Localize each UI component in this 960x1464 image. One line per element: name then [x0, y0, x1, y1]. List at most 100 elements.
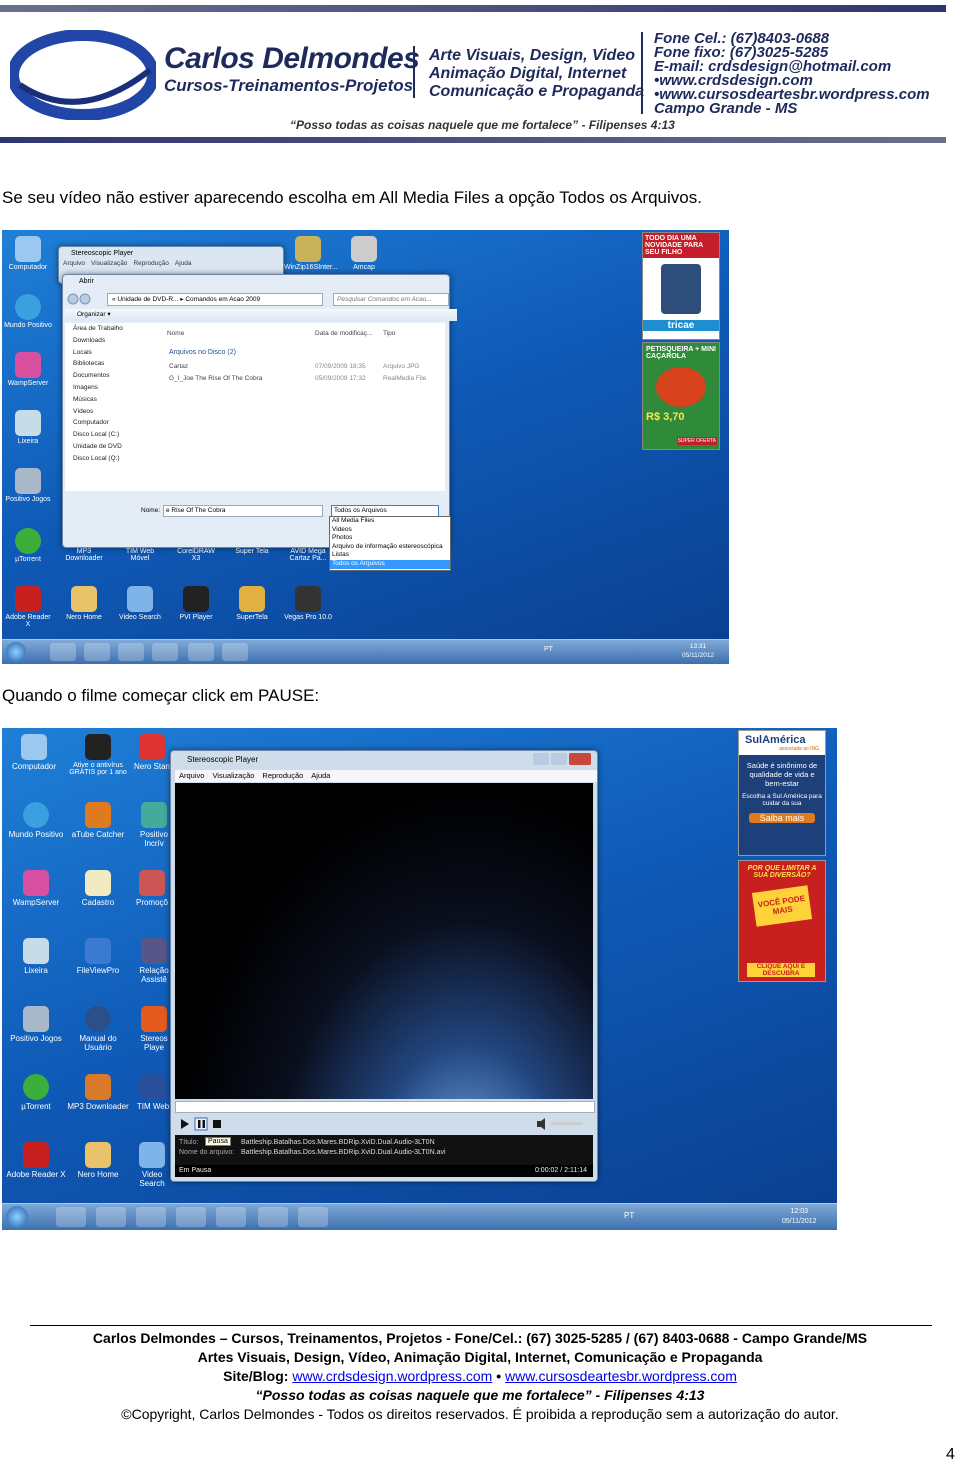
pause-button-frame[interactable]: [194, 1117, 208, 1131]
pause-icon[interactable]: [198, 1120, 201, 1128]
filetype-option[interactable]: All Media Files: [330, 517, 450, 526]
ad-tricae[interactable]: TODO DIA UMA NOVIDADE PARA SEU FILHO tri…: [642, 232, 720, 340]
desktop-icon-atube-catcher[interactable]: aTube Catcher: [68, 802, 128, 839]
play-icon[interactable]: [181, 1119, 189, 1129]
filetype-option[interactable]: Photos: [330, 534, 450, 543]
nav-item[interactable]: Disco Local (C:): [73, 429, 157, 441]
nav-item[interactable]: Área de Trabalho: [73, 323, 157, 335]
nav-item[interactable]: Computador: [73, 417, 157, 429]
desktop-icon-computer[interactable]: Computador: [4, 236, 52, 271]
filename-input[interactable]: e Rise Of The Cobra: [163, 505, 323, 517]
desktop-icon-cadastro[interactable]: Cadastro: [68, 870, 128, 907]
nav-item[interactable]: Bibliotecas: [73, 358, 157, 370]
nav-item[interactable]: Documentos: [73, 370, 157, 382]
taskbar-word-icon[interactable]: [188, 643, 214, 661]
start-button[interactable]: [6, 1206, 28, 1228]
desktop-icon-stereo-player[interactable]: Stereos Playe: [136, 1006, 172, 1052]
desktop-icon-antivirus[interactable]: Ative o antivírus GRÁTIS por 1 ano: [66, 734, 130, 776]
desktop-icon-avid-mega[interactable]: AVID Mega Cartaz Pa...: [284, 548, 332, 562]
desktop-icon-mundo-positivo[interactable]: Mundo Positivo: [6, 802, 66, 839]
desktop-icon-mp3-downloader[interactable]: MP3 Downloader: [60, 548, 108, 562]
nav-item[interactable]: Disco Local (Q:): [73, 453, 157, 465]
desktop-icon-computer[interactable]: Computador: [6, 734, 62, 771]
ad-diversao[interactable]: POR QUE LIMITAR A SUA DIVERSÃO? VOCÊ POD…: [738, 860, 826, 982]
desktop-icon-recycle-bin[interactable]: Lixeira: [4, 410, 52, 445]
menu-arquivo[interactable]: Arquivo: [179, 770, 204, 782]
taskbar-player-icon[interactable]: [216, 1207, 246, 1227]
filetype-option[interactable]: Videos: [330, 526, 450, 535]
desktop-icon-positivo-jogos[interactable]: Positivo Jogos: [6, 1006, 66, 1043]
site-link-crdsdesign[interactable]: www.crdsdesign.wordpress.com: [292, 1368, 492, 1384]
clock[interactable]: 12:03 05/11/2012: [782, 1207, 817, 1227]
desktop-icon-tim-web[interactable]: TIM Web: [134, 1074, 172, 1111]
taskbar-word-icon[interactable]: [258, 1207, 288, 1227]
filetype-dropdown[interactable]: All Media Files Videos Photos Arquivo de…: [329, 516, 451, 571]
taskbar-ie-icon[interactable]: [50, 643, 76, 661]
open-dialog[interactable]: Abrir « Unidade de DVD-R... ▸ Comandos e…: [62, 274, 457, 548]
desktop-icon-utorrent[interactable]: µTorrent: [4, 528, 52, 563]
organize-button[interactable]: Organizar ▾: [65, 309, 457, 321]
desktop-icon-supertela[interactable]: SuperTela: [228, 586, 276, 621]
menu-visualizacao[interactable]: Visualização: [212, 770, 254, 782]
close-button[interactable]: [568, 753, 591, 765]
filetype-option[interactable]: Listas: [330, 551, 450, 560]
nav-item[interactable]: Unidade de DVD: [73, 441, 157, 453]
nav-item[interactable]: Músicas: [73, 394, 157, 406]
clock[interactable]: 13:31 05/11/2012: [682, 642, 714, 660]
volume-slider[interactable]: [551, 1122, 583, 1125]
taskbar-media-icon[interactable]: [176, 1207, 206, 1227]
desktop-icon-coreldraw[interactable]: CorelDRAW X3: [172, 548, 220, 562]
desktop-icon-recycle-bin[interactable]: Lixeira: [6, 938, 66, 975]
desktop-icon-utorrent[interactable]: µTorrent: [6, 1074, 66, 1111]
minimize-button[interactable]: [533, 753, 549, 765]
desktop-icon-mp3-downloader[interactable]: MP3 Downloader: [66, 1074, 130, 1111]
nav-item[interactable]: Vídeos: [73, 406, 157, 418]
taskbar-explorer-icon[interactable]: [96, 1207, 126, 1227]
nav-item[interactable]: Imagens: [73, 382, 157, 394]
taskbar-explorer-icon[interactable]: [84, 643, 110, 661]
ad-button[interactable]: Saiba mais: [749, 813, 815, 823]
taskbar-ie-icon[interactable]: [56, 1207, 86, 1227]
menu-ajuda[interactable]: Ajuda: [311, 770, 330, 782]
ad-sulamerica[interactable]: SulAmérica associada ao ING Saúde é sinô…: [738, 730, 826, 856]
desktop-icon-adobe-reader[interactable]: Adobe Reader X: [4, 586, 52, 628]
back-forward-icon[interactable]: [67, 292, 91, 305]
menu-reproducao[interactable]: Reprodução: [133, 260, 168, 267]
desktop-icon-nero-stan[interactable]: Nero Stan: [132, 734, 172, 771]
language-indicator[interactable]: PT: [544, 646, 553, 653]
nav-item[interactable]: Downloads: [73, 335, 157, 347]
seek-bar[interactable]: [175, 1101, 595, 1113]
language-indicator[interactable]: PT: [624, 1211, 634, 1220]
volume-icon[interactable]: [537, 1118, 545, 1130]
desktop-icon-fileviewpro[interactable]: FileViewPro: [68, 938, 128, 975]
desktop-icon-adobe-reader[interactable]: Adobe Reader X: [6, 1142, 66, 1179]
desktop-icon-nero-home[interactable]: Nero Home: [68, 1142, 128, 1179]
desktop-icon-positivo-jogos[interactable]: Positivo Jogos: [4, 468, 52, 503]
desktop-icon-wampserver[interactable]: WampServer: [6, 870, 66, 907]
column-name[interactable]: Nome: [167, 330, 184, 337]
desktop-icon-winzip[interactable]: WinZip16SInter...: [284, 236, 338, 271]
column-type[interactable]: Tipo: [383, 330, 395, 337]
menu-ajuda[interactable]: Ajuda: [175, 260, 192, 267]
maximize-button[interactable]: [550, 753, 567, 765]
taskbar-chrome-icon[interactable]: [136, 1207, 166, 1227]
desktop-icon-video-search[interactable]: Video Search: [132, 1142, 172, 1188]
desktop-icon-relacao[interactable]: Relação Assistê: [136, 938, 172, 984]
file-row[interactable]: G_I_Joe The Rise Of The Cobra 05/09/2009…: [169, 375, 439, 382]
nav-item[interactable]: Locais: [73, 347, 157, 359]
desktop-icon-amcap[interactable]: Amcap: [340, 236, 388, 271]
ad-petisqueira[interactable]: PETISQUEIRA + MINI CAÇAROLA R$ 3,70 SUPE…: [642, 342, 720, 450]
desktop-icon-video-search[interactable]: Video Search: [116, 586, 164, 621]
player-window[interactable]: Stereoscopic Player Arquivo Visualização…: [170, 750, 598, 1182]
ad-cta[interactable]: CLIQUE AQUI E DESCUBRA: [747, 963, 815, 977]
desktop-icon-tim-web[interactable]: TIM Web Móvel: [116, 548, 164, 562]
taskbar-media-icon[interactable]: [152, 643, 178, 661]
site-link-cursosdeartes[interactable]: www.cursosdeartesbr.wordpress.com: [505, 1368, 737, 1384]
stop-icon[interactable]: [213, 1120, 221, 1128]
menu-reproducao[interactable]: Reprodução: [262, 770, 303, 782]
filetype-option-selected[interactable]: Todos os Arquivos: [330, 559, 450, 569]
desktop-icon-nero-home[interactable]: Nero Home: [60, 586, 108, 621]
desktop-icon-manual[interactable]: Manual do Usuário: [68, 1006, 128, 1052]
video-frame[interactable]: [175, 783, 593, 1099]
menu-arquivo[interactable]: Arquivo: [63, 260, 85, 267]
